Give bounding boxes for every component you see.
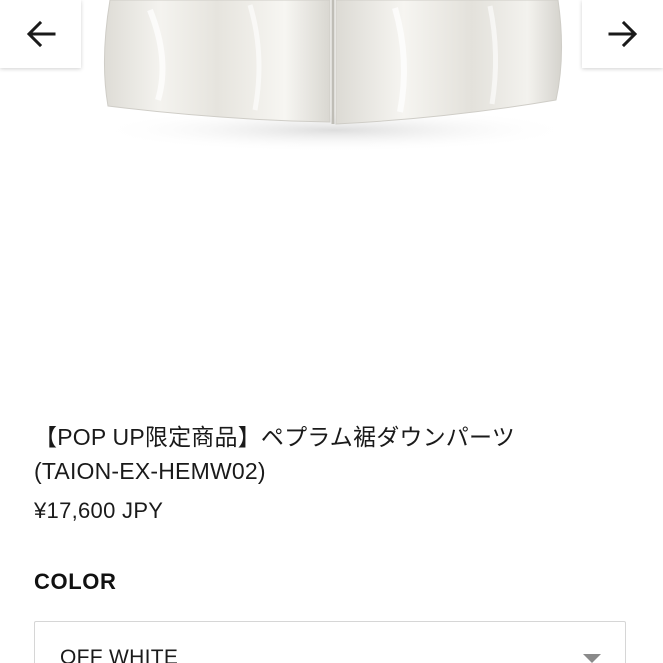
product-image: [0, 0, 663, 380]
product-page: 【POP UP限定商品】ペプラム裾ダウンパーツ (TAION-EX-HEMW02…: [0, 0, 663, 663]
product-title: 【POP UP限定商品】ペプラム裾ダウンパーツ (TAION-EX-HEMW02…: [34, 420, 634, 488]
chevron-down-icon: [583, 654, 601, 663]
product-price: ¥17,600 JPY: [34, 498, 164, 523]
product-title-line2: (TAION-EX-HEMW02): [34, 458, 266, 484]
arrow-right-icon: [608, 20, 637, 48]
color-option-label: COLOR: [34, 569, 117, 594]
product-title-line1: 【POP UP限定商品】ペプラム裾ダウンパーツ: [34, 424, 515, 450]
gallery-next-button[interactable]: [582, 0, 663, 68]
arrow-left-icon: [26, 20, 55, 48]
color-select[interactable]: OFF WHITE: [34, 621, 626, 663]
down-hem-photo: [95, 0, 575, 152]
color-select-value: OFF WHITE: [60, 646, 179, 663]
gallery-prev-button[interactable]: [0, 0, 81, 68]
